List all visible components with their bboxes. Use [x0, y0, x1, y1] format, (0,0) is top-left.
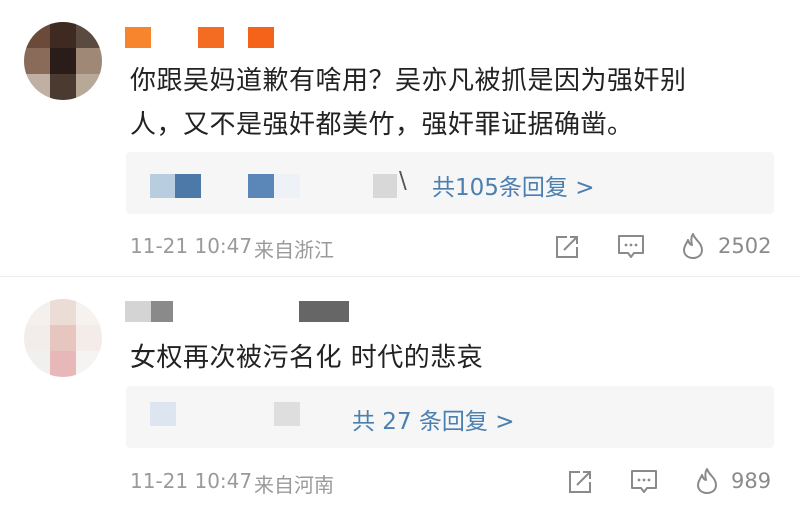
- location: 来自浙江: [254, 238, 334, 262]
- user-avatar[interactable]: [24, 299, 102, 377]
- reply-avatar-blurred: [248, 174, 274, 198]
- flame-like-icon[interactable]: [680, 232, 706, 260]
- view-replies-link[interactable]: 共 27 条回复 >: [352, 402, 514, 436]
- timestamp: 11-21 10:47: [130, 469, 253, 493]
- timestamp: 11-21 10:47: [130, 234, 253, 258]
- username-blurred[interactable]: [299, 301, 349, 322]
- username-blurred[interactable]: [198, 27, 224, 48]
- share-icon[interactable]: [567, 469, 593, 495]
- username-blurred[interactable]: [248, 27, 274, 48]
- reply-avatar-blurred: [373, 174, 397, 198]
- comment-text: 你跟吴妈道歉有啥用？吴亦凡被抓是因为强奸别: [130, 66, 687, 96]
- comment-icon[interactable]: [630, 469, 658, 495]
- reply-avatar-blurred: [150, 174, 176, 198]
- user-avatar[interactable]: [24, 22, 102, 100]
- comment-item: 女权再次被污名化 时代的悲哀 共 27 条回复 > 11-21 10:47 来自…: [0, 277, 800, 513]
- reply-avatar-blurred: [274, 402, 300, 426]
- reply-avatar-blurred: [175, 174, 201, 198]
- comment-icon[interactable]: [617, 234, 645, 260]
- comment-text: 女权再次被污名化 时代的悲哀: [130, 343, 484, 373]
- comment-item: 你跟吴妈道歉有啥用？吴亦凡被抓是因为强奸别 人，又不是强奸都美竹，强奸罪证据确凿…: [0, 0, 800, 276]
- location: 来自河南: [254, 473, 334, 497]
- like-count: 2502: [718, 234, 772, 258]
- username-blurred[interactable]: [125, 301, 151, 322]
- view-replies-link[interactable]: 共105条回复 >: [432, 168, 594, 202]
- reply-avatar-blurred: [274, 174, 300, 198]
- username-blurred[interactable]: [125, 27, 151, 48]
- username-blurred[interactable]: [151, 301, 173, 322]
- flame-like-icon[interactable]: [694, 467, 720, 495]
- replies-box[interactable]: \ 共105条回复 >: [126, 152, 774, 214]
- reply-prefix-mark: \: [399, 168, 407, 194]
- like-count: 989: [731, 469, 772, 493]
- share-icon[interactable]: [554, 234, 580, 260]
- replies-box[interactable]: 共 27 条回复 >: [126, 386, 774, 448]
- reply-avatar-blurred: [150, 402, 176, 426]
- comment-text: 人，又不是强奸都美竹，强奸罪证据确凿。: [130, 110, 634, 140]
